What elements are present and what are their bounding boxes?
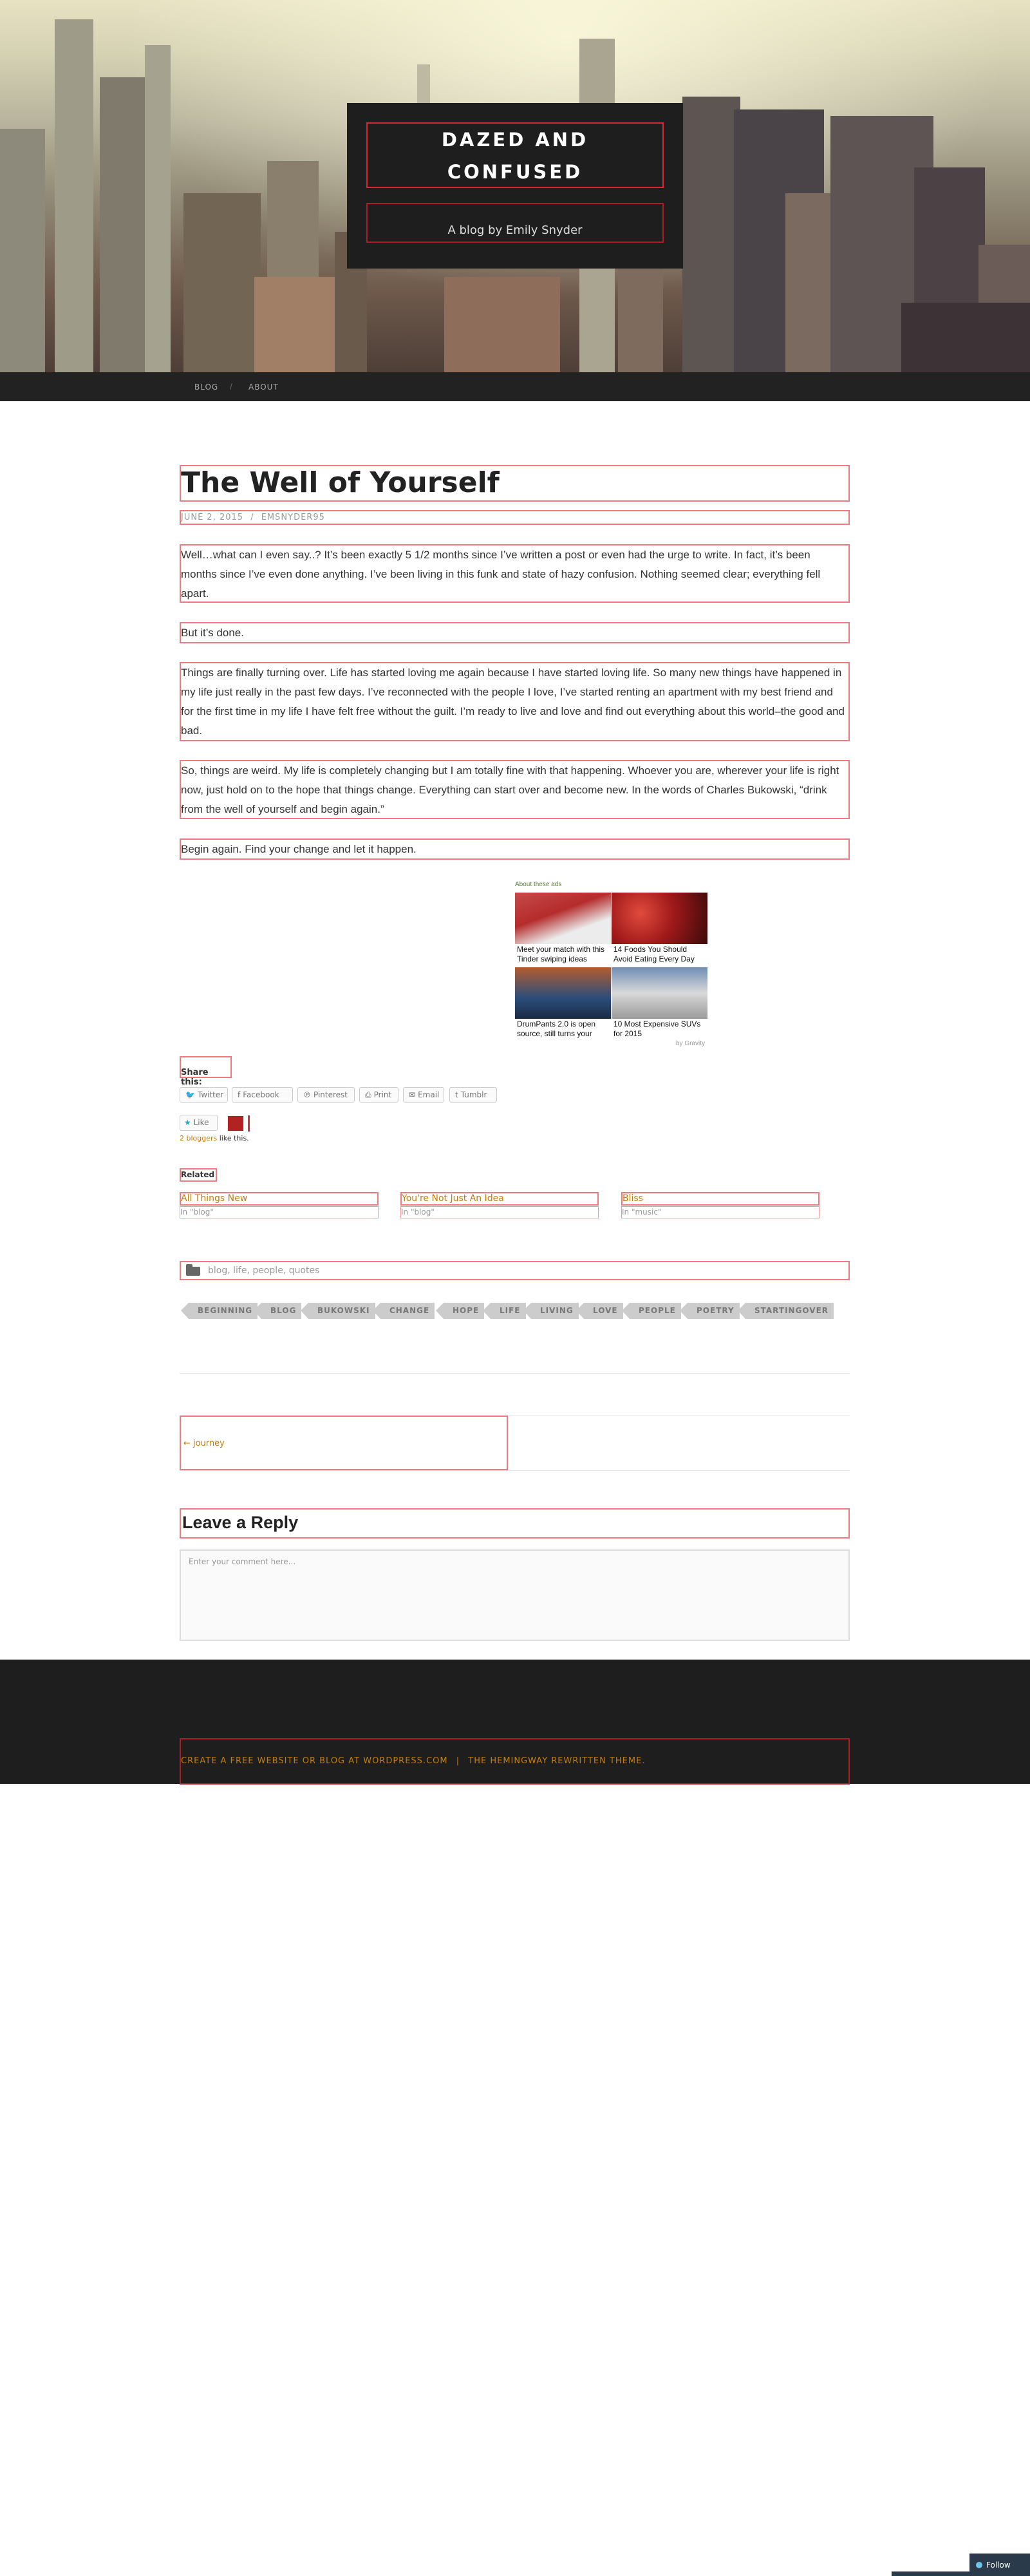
like-button[interactable]: ★ Like	[180, 1115, 218, 1131]
share-button-label: Print	[373, 1090, 392, 1099]
comment-textarea[interactable]: Enter your comment here...	[180, 1549, 850, 1641]
nav-item-blog[interactable]: BLOG	[194, 383, 218, 392]
divider	[509, 1415, 850, 1416]
header-image: DAZED AND CONFUSED A blog by Emily Snyde…	[0, 0, 1030, 372]
share-twitter-button[interactable]: 🐦 Twitter	[180, 1087, 228, 1103]
ad-image	[515, 893, 611, 944]
categories-list[interactable]: blog, life, people, quotes	[208, 1265, 319, 1276]
tag-link[interactable]: BUKOWSKI	[301, 1303, 375, 1319]
ad-caption: 10 Most Expensive SUVs for 2015	[613, 1019, 701, 1038]
share-pinterest-button[interactable]: ℗ Pinterest	[297, 1087, 355, 1103]
tag-link[interactable]: BEGINNING	[180, 1303, 258, 1319]
nav-separator: /	[230, 381, 232, 392]
ad-tile[interactable]: 10 Most Expensive SUVs for 2015	[612, 967, 707, 1042]
related-post-title[interactable]: All Things New	[180, 1192, 379, 1206]
tag-link[interactable]: STARTINGOVER	[737, 1303, 834, 1319]
follow-bar	[892, 2571, 970, 2576]
site-footer: CREATE A FREE WEBSITE OR BLOG AT WORDPRE…	[0, 1660, 1030, 1785]
related-post-category: In "music"	[621, 1206, 819, 1218]
tag-link[interactable]: BLOG	[253, 1303, 302, 1319]
ads-by-label[interactable]: by Gravity	[676, 1040, 705, 1047]
nav-item-about[interactable]: ABOUT	[248, 383, 279, 392]
share-button-label: Facebook	[243, 1090, 279, 1099]
site-description: A blog by Emily Snyder	[366, 203, 664, 243]
share-email-button[interactable]: ✉ Email	[403, 1087, 444, 1103]
likes-summary: 2 bloggers like this.	[180, 1134, 249, 1142]
post-paragraph: Things are finally turning over. Life ha…	[180, 662, 850, 741]
share-facebook-button[interactable]: f Facebook	[232, 1087, 293, 1103]
meta-separator: /	[250, 513, 254, 522]
post-paragraph: But it’s done.	[180, 622, 850, 643]
related-post-title[interactable]: You're Not Just An Idea	[400, 1192, 599, 1206]
post-paragraph: Begin again. Find your change and let it…	[180, 838, 850, 860]
share-button-label: Email	[418, 1090, 440, 1099]
avatar[interactable]	[227, 1115, 244, 1132]
ad-caption: 14 Foods You Should Avoid Eating Every D…	[613, 945, 695, 963]
related-post-title[interactable]: Bliss	[621, 1192, 819, 1206]
site-branding: DAZED AND CONFUSED A blog by Emily Snyde…	[347, 103, 683, 269]
post-paragraph: So, things are weird. My life is complet…	[180, 760, 850, 819]
post-categories: blog, life, people, quotes	[180, 1261, 850, 1280]
previous-post-link[interactable]: ← journey	[180, 1416, 508, 1470]
post-author[interactable]: EMSNYDER95	[261, 513, 325, 522]
footer-separator: |	[456, 1756, 460, 1766]
share-print-button[interactable]: ⎙ Print	[359, 1087, 398, 1103]
likes-count-link[interactable]: 2 bloggers	[180, 1134, 217, 1142]
tag-link[interactable]: HOPE	[435, 1303, 485, 1319]
email-icon: ✉	[409, 1090, 416, 1099]
ad-caption: DrumPants 2.0 is open source, still turn…	[517, 1019, 596, 1038]
ad-caption: Meet your match with this Tinder swiping…	[517, 945, 605, 963]
related-post-category: In "blog"	[400, 1206, 599, 1218]
likes-suffix: like this.	[217, 1134, 249, 1142]
post-paragraph: Well…what can I even say..? It’s been ex…	[180, 544, 850, 603]
share-title: Share this:	[180, 1056, 232, 1087]
share-button-label: Pinterest	[314, 1090, 348, 1099]
footer-theme-link[interactable]: THE HEMINGWAY REWRITTEN THEME.	[468, 1756, 645, 1766]
follow-icon	[976, 2562, 982, 2568]
tag-link[interactable]: LIVING	[523, 1303, 579, 1319]
main-navigation: BLOG / ABOUT	[0, 372, 1030, 401]
print-icon: ⎙	[365, 1090, 371, 1099]
site-title-line2: CONFUSED	[447, 161, 583, 183]
tag-link[interactable]: LIFE	[483, 1303, 526, 1319]
tag-link[interactable]: POETRY	[680, 1303, 740, 1319]
divider	[180, 1373, 850, 1374]
ad-image	[612, 967, 707, 1019]
footer-credits: CREATE A FREE WEBSITE OR BLOG AT WORDPRE…	[180, 1738, 850, 1785]
follow-button[interactable]: Follow	[969, 2553, 1030, 2576]
post-title[interactable]: The Well of Yourself	[180, 465, 850, 502]
post-date[interactable]: JUNE 2, 2015	[181, 513, 243, 522]
ad-image	[612, 893, 707, 944]
related-post-category: In "blog"	[180, 1206, 379, 1218]
ads-label[interactable]: About these ads	[515, 881, 561, 888]
tag-link[interactable]: PEOPLE	[622, 1303, 681, 1319]
twitter-icon: 🐦	[185, 1090, 195, 1099]
related-heading: Related	[180, 1168, 217, 1182]
share-button-label: Tumblr	[460, 1090, 487, 1099]
ad-tile[interactable]: 14 Foods You Should Avoid Eating Every D…	[612, 893, 707, 967]
folder-icon	[186, 1264, 200, 1276]
site-title[interactable]: DAZED AND CONFUSED	[366, 122, 664, 188]
ad-image	[515, 967, 611, 1019]
site-title-line1: DAZED AND	[441, 129, 589, 151]
ad-tile[interactable]: Meet your match with this Tinder swiping…	[515, 893, 611, 967]
share-tumblr-button[interactable]: t Tumblr	[449, 1087, 497, 1103]
avatar[interactable]	[248, 1115, 259, 1132]
pinterest-icon: ℗	[303, 1090, 311, 1099]
divider	[180, 1470, 850, 1471]
post-meta: JUNE 2, 2015 / EMSNYDER95	[180, 510, 850, 525]
tag-link[interactable]: CHANGE	[372, 1303, 435, 1319]
like-button-label: Like	[193, 1118, 209, 1127]
tumblr-icon: t	[455, 1090, 458, 1099]
facebook-icon: f	[238, 1090, 241, 1099]
follow-label: Follow	[986, 2561, 1011, 2570]
share-button-label: Twitter	[197, 1090, 224, 1099]
tag-link[interactable]: LOVE	[576, 1303, 623, 1319]
star-icon: ★	[184, 1118, 194, 1127]
ad-tile[interactable]: DrumPants 2.0 is open source, still turn…	[515, 967, 611, 1042]
footer-wordpress-link[interactable]: CREATE A FREE WEBSITE OR BLOG AT WORDPRE…	[181, 1756, 448, 1766]
reply-title: Leave a Reply	[180, 1508, 850, 1539]
